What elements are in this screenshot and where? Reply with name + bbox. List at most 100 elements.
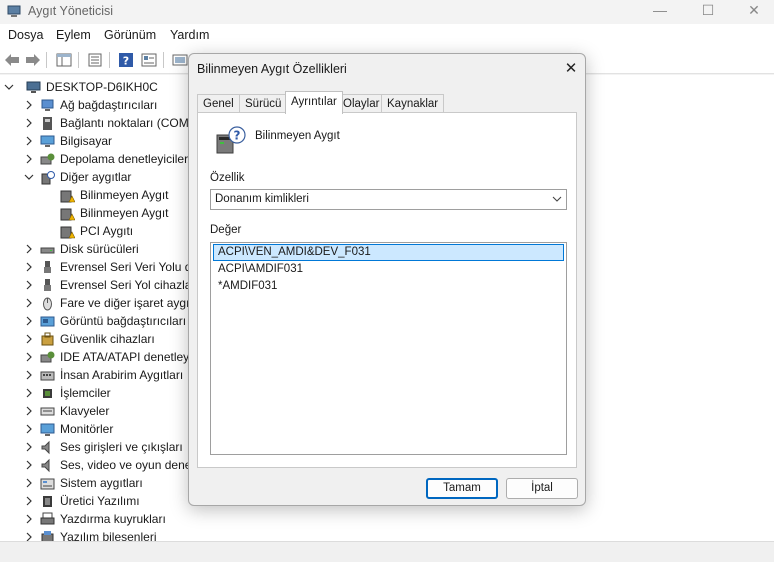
value-list[interactable]: ACPI\VEN_AMDI&DEV_F031 ACPI\AMDIF031 *AM… [210, 242, 567, 455]
tree-root[interactable]: DESKTOP-D6IKH0C [4, 78, 158, 96]
tree-category-item[interactable]: Fare ve diğer işaret aygıt [24, 294, 193, 312]
tree-category-item[interactable]: Diğer aygıtlar [24, 168, 131, 186]
chevron-right-icon[interactable] [24, 406, 34, 416]
value-label: Değer [210, 224, 242, 236]
tree-category-item[interactable]: Sistem aygıtları [24, 474, 143, 492]
close-window-button[interactable]: ✕ [730, 0, 774, 22]
tree-category-item[interactable]: Evrensel Seri Veri Yolu de [24, 258, 198, 276]
cancel-button[interactable]: İptal [506, 478, 578, 499]
tree-category-item[interactable]: Yazılım bileşenleri [24, 528, 156, 541]
menu-view[interactable]: Görünüm [104, 28, 156, 42]
chevron-right-icon[interactable] [24, 352, 34, 362]
chevron-right-icon[interactable] [24, 118, 34, 128]
chevron-right-icon[interactable] [24, 388, 34, 398]
tree-category-item[interactable]: IDE ATA/ATAPI denetley [24, 348, 189, 366]
chevron-right-icon[interactable] [24, 370, 34, 380]
chevron-right-icon[interactable] [24, 532, 34, 541]
show-hide-console-tree-icon[interactable] [55, 51, 73, 69]
tree-item-label: Evrensel Seri Yol cihazları [60, 278, 199, 292]
tree-category-item[interactable]: İnsan Arabirim Aygıtları [24, 366, 183, 384]
tree-item-label: Bilgisayar [60, 134, 113, 148]
other-devices-icon [41, 170, 55, 184]
chevron-down-icon[interactable] [24, 172, 34, 182]
computer-icon [26, 81, 41, 93]
tab-events[interactable]: Olaylar [337, 94, 386, 113]
chevron-right-icon[interactable] [24, 514, 34, 524]
chevron-right-icon[interactable] [24, 136, 34, 146]
computer-icon [40, 135, 55, 147]
ok-button[interactable]: Tamam [426, 478, 498, 499]
tree-item-label: Disk sürücüleri [60, 242, 139, 256]
tree-item-label: Üretici Yazılımı [60, 494, 140, 508]
chevron-right-icon[interactable] [24, 100, 34, 110]
tab-driver[interactable]: Sürücü [239, 94, 288, 113]
properties-icon[interactable] [86, 51, 104, 69]
back-arrow-icon[interactable] [3, 51, 21, 69]
tree-category-item[interactable]: Üretici Yazılımı [24, 492, 140, 510]
tree-item-label: Yazılım bileşenleri [60, 530, 157, 541]
maximize-button[interactable]: ☐ [684, 0, 732, 22]
tree-category-item[interactable]: Klavyeler [24, 402, 109, 420]
chevron-right-icon[interactable] [24, 460, 34, 470]
tree-item-label: Klavyeler [60, 404, 110, 418]
port-icon [43, 116, 52, 130]
tree-item-label: Bilinmeyen Aygıt [80, 188, 169, 202]
chevron-right-icon[interactable] [24, 262, 34, 272]
minimize-button[interactable]: — [636, 0, 684, 22]
tree-item-label: Ses girişleri ve çıkışları [60, 440, 183, 454]
tab-resources[interactable]: Kaynaklar [381, 94, 445, 113]
value-list-item[interactable]: *AMDIF031 [213, 278, 564, 295]
tree-child-item[interactable]: PCI Aygıtı [60, 222, 133, 240]
chevron-right-icon[interactable] [24, 154, 34, 164]
tree-item-label: Evrensel Seri Veri Yolu de [60, 260, 199, 274]
tree-category-item[interactable]: İşlemciler [24, 384, 111, 402]
keyboard-icon [40, 407, 55, 415]
tree-child-item[interactable]: Bilinmeyen Aygıt [60, 204, 169, 222]
tree-category-item[interactable]: Disk sürücüleri [24, 240, 139, 258]
menu-action[interactable]: Eylem [56, 28, 91, 42]
tree-item-label: Fare ve diğer işaret aygıt [60, 296, 193, 310]
chevron-right-icon[interactable] [24, 334, 34, 344]
help-icon[interactable]: ? [117, 51, 135, 69]
title-bar: Aygıt Yöneticisi — ☐ ✕ [0, 0, 774, 24]
chevron-right-icon[interactable] [24, 298, 34, 308]
value-list-item[interactable]: ACPI\AMDIF031 [213, 261, 564, 278]
forward-arrow-icon[interactable] [24, 51, 42, 69]
tree-item-label: Depolama denetleyicileri [60, 152, 191, 166]
tree-category-item[interactable]: Görüntü bağdaştırıcıları [24, 312, 186, 330]
menu-file[interactable]: Dosya [8, 28, 43, 42]
tree-category-item[interactable]: Ses, video ve oyun dene [24, 456, 191, 474]
chevron-right-icon[interactable] [24, 442, 34, 452]
value-list-item[interactable]: ACPI\VEN_AMDI&DEV_F031 [213, 244, 564, 261]
chevron-right-icon[interactable] [24, 478, 34, 488]
tree-category-item[interactable]: Bilgisayar [24, 132, 112, 150]
tree-child-item[interactable]: Bilinmeyen Aygıt [60, 186, 169, 204]
status-bar [0, 541, 774, 562]
details-panel: ? Bilinmeyen Aygıt Özellik Donanım kimli… [197, 112, 577, 468]
processor-icon [43, 388, 52, 398]
device-view-icon[interactable] [140, 51, 158, 69]
dialog-close-button[interactable]: ✕ [561, 59, 581, 77]
tree-category-item[interactable]: Ses girişleri ve çıkışları [24, 438, 183, 456]
chevron-right-icon[interactable] [24, 424, 34, 434]
chevron-right-icon[interactable] [24, 316, 34, 326]
chevron-right-icon[interactable] [24, 280, 34, 290]
tree-item-label: Ses, video ve oyun dene [60, 458, 192, 472]
tab-details[interactable]: Ayrıntılar [285, 91, 343, 114]
tree-category-item[interactable]: Monitörler [24, 420, 113, 438]
chevron-down-icon[interactable] [4, 82, 14, 92]
tree-category-item[interactable]: Güvenlik cihazları [24, 330, 155, 348]
hid-icon [40, 371, 55, 380]
chevron-right-icon[interactable] [24, 496, 34, 506]
tree-category-item[interactable]: Bağlantı noktaları (COM [24, 114, 189, 132]
tree-category-item[interactable]: Depolama denetleyicileri [24, 150, 191, 168]
tree-category-item[interactable]: Yazdırma kuyrukları [24, 510, 166, 528]
update-driver-icon[interactable] [171, 51, 189, 69]
tree-category-item[interactable]: Evrensel Seri Yol cihazları [24, 276, 199, 294]
tree-category-item[interactable]: Ağ bağdaştırıcıları [24, 96, 157, 114]
system-device-icon [40, 478, 55, 489]
property-select[interactable]: Donanım kimlikleri [210, 189, 567, 210]
menu-help[interactable]: Yardım [170, 28, 209, 42]
chevron-right-icon[interactable] [24, 244, 34, 254]
tab-general[interactable]: Genel [197, 94, 240, 113]
